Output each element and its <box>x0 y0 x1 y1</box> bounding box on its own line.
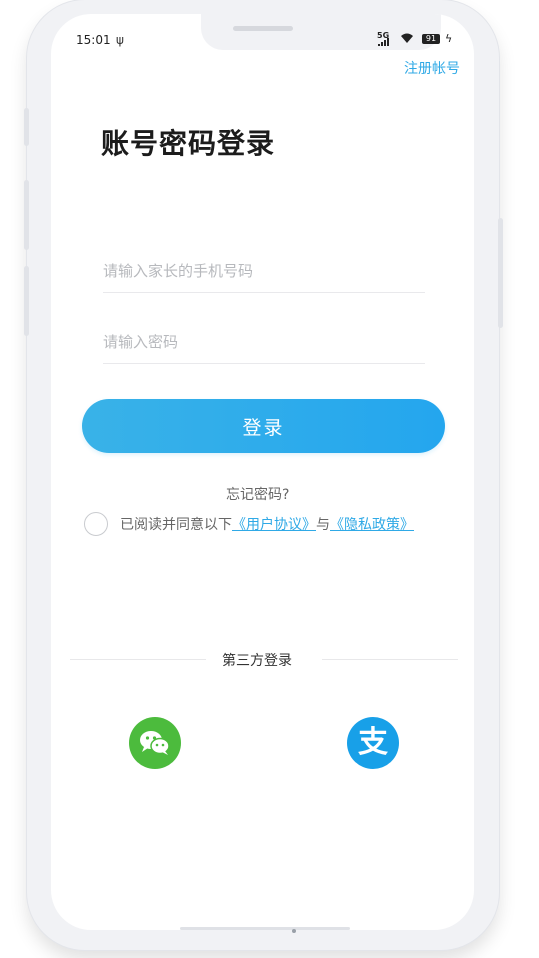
agreement-prefix: 已阅读并同意以下 <box>120 517 232 533</box>
signal-icon <box>378 38 389 46</box>
wechat-icon <box>140 731 170 755</box>
phone-field[interactable] <box>103 250 425 293</box>
agreement-text: 已阅读并同意以下《用户协议》与《隐私政策》 <box>120 514 414 534</box>
battery-icon: 91 <box>422 34 440 44</box>
privacy-policy-link[interactable]: 《隐私政策》 <box>330 517 414 533</box>
alipay-login-button[interactable]: 支 <box>347 717 399 769</box>
page-title: 账号密码登录 <box>101 127 276 160</box>
side-button <box>24 266 29 336</box>
divider-right <box>322 659 458 660</box>
login-button[interactable]: 登录 <box>82 399 445 453</box>
side-button <box>24 108 29 146</box>
register-link[interactable]: 注册帐号 <box>380 58 460 78</box>
side-button <box>498 218 503 328</box>
agreement-row: 已阅读并同意以下《用户协议》与《隐私政策》 <box>84 511 464 539</box>
third-party-title: 第三方登录 <box>222 653 292 669</box>
usb-icon: ψ <box>116 33 124 47</box>
side-button <box>24 180 29 250</box>
agreement-connector: 与 <box>316 517 330 533</box>
phone-input[interactable] <box>103 250 425 292</box>
wifi-icon <box>401 33 413 43</box>
home-indicator <box>180 927 350 930</box>
speaker <box>233 26 293 31</box>
charging-icon: ϟ <box>445 32 453 45</box>
user-agreement-link[interactable]: 《用户协议》 <box>232 517 316 533</box>
password-field[interactable] <box>103 321 425 364</box>
status-time: 15:01 <box>76 33 111 47</box>
agreement-checkbox[interactable] <box>84 512 108 536</box>
home-indicator-dot <box>292 929 296 933</box>
password-input[interactable] <box>103 321 425 363</box>
divider-left <box>70 659 206 660</box>
forgot-password-link[interactable]: 忘记密码? <box>226 484 289 504</box>
wechat-login-button[interactable] <box>129 717 181 769</box>
alipay-icon: 支 <box>358 725 388 760</box>
